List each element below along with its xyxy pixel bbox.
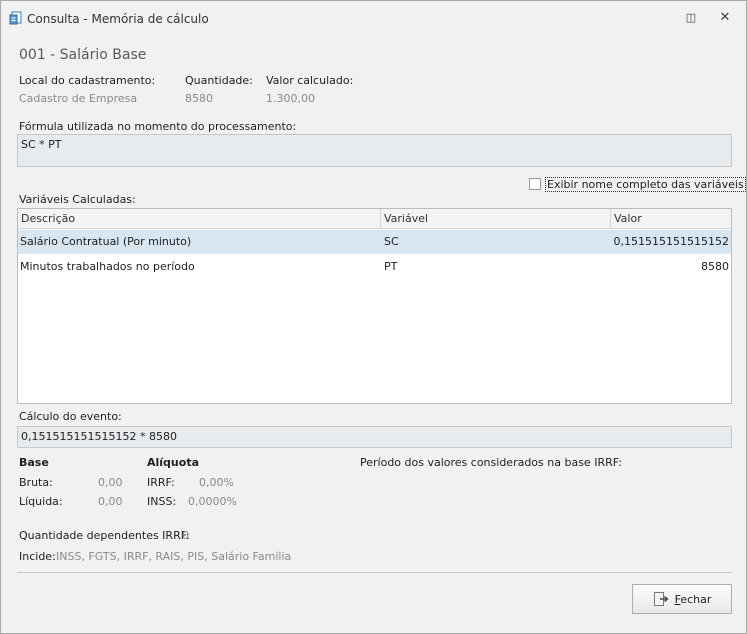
- bruta-value: 0,00: [98, 476, 123, 489]
- irrf-label: IRRF:: [147, 476, 175, 489]
- cell-valor: 0,151515151515152: [613, 235, 729, 248]
- bruta-label: Bruta:: [19, 476, 53, 489]
- local-label: Local do cadastramento:: [19, 74, 156, 87]
- base-title: Base: [19, 456, 49, 469]
- close-button-label: Fechar: [674, 592, 712, 606]
- title-bar[interactable]: Consulta - Memória de cálculo ◫ ✕: [1, 1, 746, 35]
- liquida-label: Líquida:: [19, 495, 63, 508]
- section-title: 001 - Salário Base: [19, 47, 147, 63]
- document-calc-icon: [9, 11, 22, 25]
- incide-label: Incide:: [19, 550, 56, 563]
- column-header-descricao[interactable]: Descrição: [18, 209, 381, 228]
- restore-icon[interactable]: ◫: [683, 11, 699, 25]
- close-button[interactable]: Fechar: [632, 584, 732, 614]
- valor-label: Valor calculado:: [266, 74, 354, 87]
- valor-value: 1.300,00: [266, 92, 315, 105]
- variables-grid[interactable]: Descrição Variável Valor Salário Contrat…: [17, 208, 732, 404]
- window-title: Consulta - Memória de cálculo: [27, 12, 209, 26]
- grid-header: Descrição Variável Valor: [18, 209, 731, 229]
- inss-label: INSS:: [147, 495, 177, 508]
- show-full-names-checkbox[interactable]: [529, 178, 541, 190]
- quantidade-label: Quantidade:: [185, 74, 253, 87]
- show-full-names-label[interactable]: Exibir nome completo das variáveis: [545, 176, 746, 192]
- incide-value: INSS, FGTS, IRRF, RAIS, PIS, Salário Fam…: [56, 550, 292, 563]
- dependentes-label: Quantidade dependentes IRRF:: [19, 529, 190, 542]
- quantidade-value: 8580: [185, 92, 213, 105]
- footer-divider: [17, 572, 732, 573]
- cell-descricao: Minutos trabalhados no período: [20, 260, 195, 273]
- irrf-value: 0,00%: [199, 476, 234, 489]
- cell-valor: 8580: [701, 260, 729, 273]
- evento-field[interactable]: 0,151515151515152 * 8580: [17, 426, 732, 448]
- variables-label: Variáveis Calculadas:: [19, 193, 136, 206]
- cell-variavel: PT: [384, 260, 398, 273]
- cell-descricao: Salário Contratual (Por minuto): [20, 235, 192, 248]
- aliquota-title: Alíquota: [147, 456, 199, 469]
- table-row[interactable]: Minutos trabalhados no período PT 8580: [18, 255, 731, 279]
- local-value: Cadastro de Empresa: [19, 92, 138, 105]
- formula-label: Fórmula utilizada no momento do processa…: [19, 120, 297, 133]
- close-icon[interactable]: ✕: [717, 11, 733, 25]
- periodo-label: Período dos valores considerados na base…: [360, 456, 622, 469]
- liquida-value: 0,00: [98, 495, 123, 508]
- show-full-names-option[interactable]: Exibir nome completo das variáveis: [529, 176, 746, 192]
- dialog-window: Consulta - Memória de cálculo ◫ ✕ 001 - …: [0, 0, 747, 634]
- column-header-variavel[interactable]: Variável: [381, 209, 611, 228]
- cell-variavel: SC: [384, 235, 399, 248]
- column-header-valor[interactable]: Valor: [611, 209, 731, 228]
- table-row[interactable]: Salário Contratual (Por minuto) SC 0,151…: [18, 230, 731, 254]
- dependentes-value: 0: [182, 529, 189, 542]
- formula-field[interactable]: SC * PT: [17, 134, 732, 167]
- exit-icon: [653, 592, 669, 606]
- evento-label: Cálculo do evento:: [19, 410, 122, 423]
- inss-value: 0,0000%: [188, 495, 237, 508]
